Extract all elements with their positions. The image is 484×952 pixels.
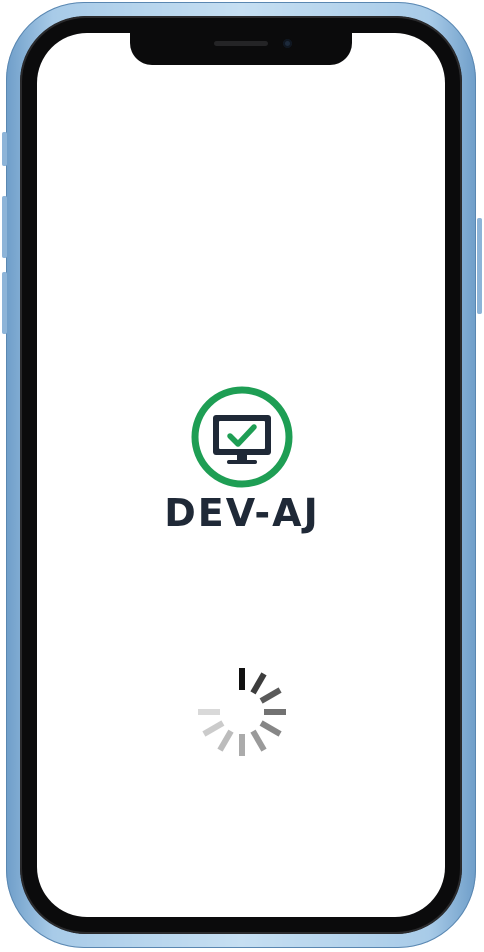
loading-spinner-icon	[198, 668, 286, 756]
brand-name: DEV-AJ	[164, 491, 320, 535]
notch	[130, 33, 352, 65]
volume-up-button	[2, 196, 7, 258]
front-camera	[283, 39, 292, 48]
mute-switch	[2, 132, 7, 166]
monitor-check-icon	[191, 386, 293, 488]
app-logo: DEV-AJ	[122, 384, 362, 532]
earpiece-speaker	[214, 41, 268, 46]
volume-down-button	[2, 272, 7, 334]
side-power-button	[477, 218, 482, 314]
